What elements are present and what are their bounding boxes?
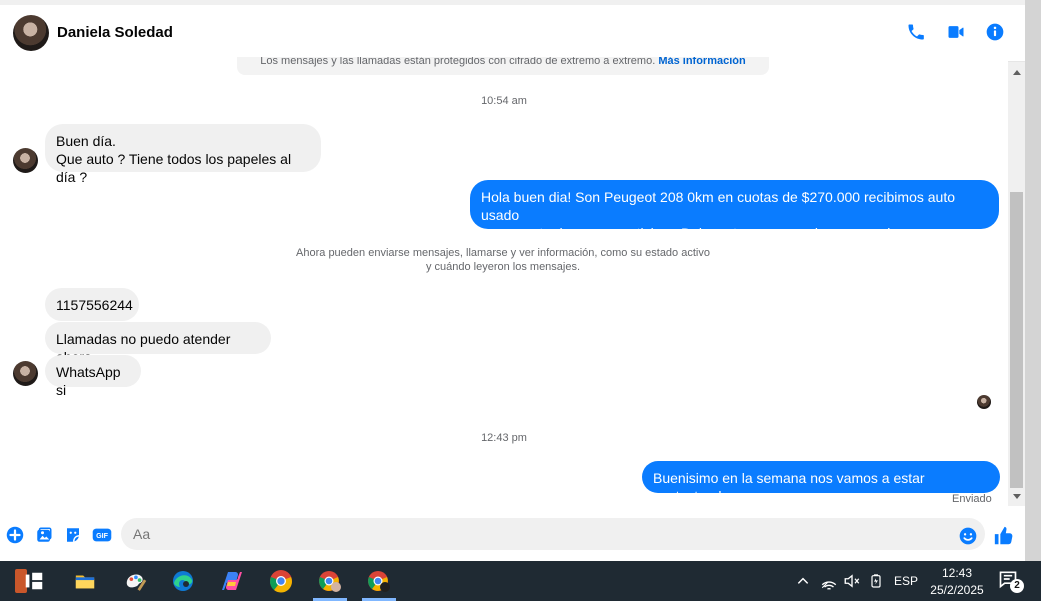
- smiley-icon: [959, 527, 977, 545]
- message-text-line: como parte de pago o anticipo . Dejame t…: [481, 225, 958, 241]
- notifications-button[interactable]: 2: [998, 569, 1024, 593]
- message-timestamp: 10:54 am: [481, 95, 527, 107]
- clock-date: 25/2/2025: [930, 583, 984, 597]
- contact-status-notice-line: y cuándo leyeron los mensajes.: [425, 261, 581, 273]
- message-input[interactable]: [121, 518, 985, 550]
- message-scrollbar[interactable]: [1008, 62, 1025, 506]
- info-icon: [986, 23, 1004, 41]
- taskbar-clock[interactable]: 12:43 25/2/2025: [925, 565, 989, 599]
- message-thread[interactable]: Los mensajes y las llamadas están proteg…: [0, 57, 1008, 511]
- plus-circle-icon: [6, 526, 24, 544]
- attach-photo-button[interactable]: [34, 525, 54, 545]
- contact-message-avatar: [13, 148, 38, 173]
- svg-text:GIF: GIF: [96, 532, 109, 540]
- encryption-notice-text: Los mensajes y las llamadas están proteg…: [260, 57, 656, 67]
- battery-button[interactable]: [866, 572, 886, 590]
- edge-button[interactable]: [162, 561, 204, 601]
- muted-speaker-icon: [844, 574, 860, 588]
- emoji-button[interactable]: [958, 526, 978, 546]
- incoming-message[interactable]: WhatsApp si: [45, 355, 141, 398]
- contact-status-notice-line: Ahora pueden enviarse mensajes, llamarse…: [296, 247, 710, 259]
- gif-button[interactable]: GIF: [92, 525, 112, 545]
- task-view-icon: [25, 572, 43, 590]
- conversation-info-button[interactable]: [984, 21, 1006, 43]
- chrome-button[interactable]: [260, 561, 302, 601]
- outgoing-message[interactable]: Buenisimo en la semana nos vamos a estar…: [642, 461, 1000, 504]
- incoming-message[interactable]: Buen día. Que auto ? Tiene todos los pap…: [45, 124, 321, 185]
- battery-icon: [871, 574, 881, 588]
- paint-palette-icon: [126, 574, 147, 591]
- chrome-profile-icon: [368, 571, 390, 592]
- message-text-line: Buen día.: [56, 133, 116, 149]
- scroll-thumb[interactable]: [1010, 192, 1023, 488]
- contact-status-notice: Ahora pueden enviarse mensajes, llamarse…: [288, 246, 718, 274]
- scroll-down-icon[interactable]: [1013, 494, 1021, 499]
- message-status: Enviado: [952, 493, 992, 505]
- video-camera-icon: [948, 26, 964, 38]
- incoming-message[interactable]: 1157556244: [45, 288, 139, 321]
- conversation-header: Daniela Soledad: [0, 5, 1025, 62]
- message-timestamp: 12:43 pm: [481, 432, 527, 444]
- seen-avatar: [977, 395, 991, 409]
- copilot-button[interactable]: [211, 561, 253, 601]
- incoming-message[interactable]: Llamadas no puedo atender ahora: [45, 322, 271, 365]
- encryption-notice: Los mensajes y las llamadas están proteg…: [237, 57, 769, 75]
- volume-button[interactable]: [842, 572, 862, 590]
- scroll-up-icon[interactable]: [1013, 70, 1021, 75]
- file-explorer-button[interactable]: [64, 561, 106, 601]
- phone-call-button[interactable]: [905, 21, 927, 43]
- phone-icon: [908, 24, 924, 40]
- chevron-up-icon: [797, 577, 809, 584]
- language-indicator[interactable]: ESP: [892, 572, 920, 590]
- photo-icon: [37, 527, 52, 542]
- message-text-line: Que auto ? Tiene todos los papeles al dí…: [56, 151, 292, 185]
- chrome-profile-button[interactable]: [358, 561, 400, 601]
- folder-icon: [75, 575, 95, 589]
- contact-name[interactable]: Daniela Soledad: [57, 24, 173, 41]
- clock-time: 12:43: [941, 566, 973, 580]
- paint-button[interactable]: [114, 561, 156, 601]
- like-button[interactable]: [993, 525, 1015, 547]
- messenger-window: Daniela Soledad Los mensajes y las llama…: [0, 0, 1041, 561]
- thumbs-up-icon: [994, 526, 1013, 545]
- contact-avatar[interactable]: [13, 15, 49, 51]
- more-info-link[interactable]: Más información: [658, 57, 745, 67]
- chrome-icon: [270, 570, 292, 593]
- copilot-icon: [222, 572, 242, 590]
- network-button[interactable]: [819, 572, 839, 590]
- gif-icon: GIF: [92, 528, 112, 542]
- sticker-icon: [67, 528, 80, 542]
- windows-taskbar: ESP 12:43 25/2/2025 2: [0, 561, 1041, 601]
- more-actions-button[interactable]: [5, 525, 25, 545]
- task-view-button[interactable]: [13, 561, 55, 601]
- chrome-profile-button[interactable]: [309, 561, 351, 601]
- sticker-button[interactable]: [63, 525, 83, 545]
- message-text-line: Hola buen dia! Son Peugeot 208 0km en cu…: [481, 189, 955, 223]
- show-hidden-icons-button[interactable]: [794, 572, 812, 590]
- notification-count-badge: 2: [1010, 579, 1024, 593]
- edge-icon: [173, 571, 193, 591]
- contact-message-avatar: [13, 361, 38, 386]
- video-call-button[interactable]: [945, 21, 967, 43]
- chrome-profile-icon: [319, 571, 341, 592]
- window-right-edge: [1025, 0, 1041, 561]
- outgoing-message[interactable]: Hola buen dia! Son Peugeot 208 0km en cu…: [470, 180, 999, 241]
- message-composer: GIF: [0, 512, 1025, 561]
- wifi-icon: [821, 581, 837, 590]
